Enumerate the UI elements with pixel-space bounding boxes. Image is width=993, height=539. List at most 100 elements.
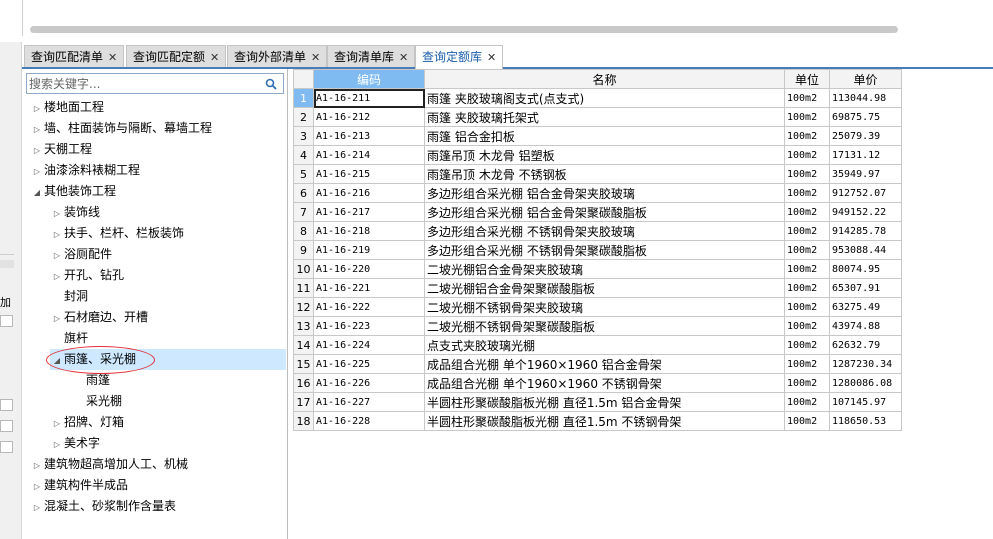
name-cell[interactable]: 多边形组合采光棚 铝合金骨架聚碳酸脂板 bbox=[424, 202, 785, 222]
unit-cell[interactable]: 100m2 bbox=[784, 145, 830, 165]
row-number-cell[interactable]: 2 bbox=[293, 107, 314, 127]
price-cell[interactable]: 62632.79 bbox=[829, 335, 902, 355]
close-icon[interactable]: ✕ bbox=[210, 51, 219, 64]
name-cell[interactable]: 二坡光棚不锈钢骨架聚碳酸脂板 bbox=[424, 316, 785, 336]
tree-item-concrete[interactable]: ▷ 混凝土、砂浆制作含量表 bbox=[30, 496, 176, 517]
close-icon[interactable]: ✕ bbox=[311, 51, 320, 64]
code-cell[interactable]: A1-16-224 bbox=[313, 335, 425, 355]
tree-item-bathroom[interactable]: ▷ 浴厕配件 bbox=[50, 244, 112, 265]
table-row[interactable]: 13 A1-16-223 二坡光棚不锈钢骨架聚碳酸脂板 100m2 43974.88 bbox=[293, 316, 902, 336]
row-number-cell[interactable]: 4 bbox=[293, 145, 314, 165]
unit-cell[interactable]: 100m2 bbox=[784, 107, 830, 127]
name-cell[interactable]: 多边形组合采光棚 不锈钢骨架聚碳酸脂板 bbox=[424, 240, 785, 260]
close-icon[interactable]: ✕ bbox=[487, 51, 496, 64]
price-cell[interactable]: 113044.98 bbox=[829, 88, 902, 108]
expand-arrow-icon[interactable]: ▷ bbox=[50, 434, 64, 455]
name-cell[interactable]: 点支式夹胶玻璃光棚 bbox=[424, 335, 785, 355]
column-header-unit[interactable]: 单位 bbox=[784, 69, 830, 89]
code-cell[interactable]: A1-16-215 bbox=[313, 164, 425, 184]
unit-cell[interactable]: 100m2 bbox=[784, 126, 830, 146]
code-cell[interactable]: A1-16-225 bbox=[313, 354, 425, 374]
expand-arrow-icon[interactable]: ▷ bbox=[30, 497, 44, 518]
name-cell[interactable]: 二坡光棚铝合金骨架夹胶玻璃 bbox=[424, 259, 785, 279]
column-header-name[interactable]: 名称 bbox=[424, 69, 785, 89]
close-icon[interactable]: ✕ bbox=[399, 51, 408, 64]
price-cell[interactable]: 43974.88 bbox=[829, 316, 902, 336]
row-number-cell[interactable]: 12 bbox=[293, 297, 314, 317]
tree-item-art-letters[interactable]: ▷ 美术字 bbox=[50, 433, 100, 454]
strip-cell[interactable] bbox=[0, 420, 13, 432]
price-cell[interactable]: 949152.22 bbox=[829, 202, 902, 222]
unit-cell[interactable]: 100m2 bbox=[784, 392, 830, 412]
unit-cell[interactable]: 100m2 bbox=[784, 316, 830, 336]
tree-item-skylight[interactable]: 采光棚 bbox=[86, 391, 122, 412]
code-cell[interactable]: A1-16-211 bbox=[313, 88, 425, 108]
code-cell[interactable]: A1-16-226 bbox=[313, 373, 425, 393]
expand-arrow-icon[interactable]: ▷ bbox=[50, 203, 64, 224]
code-cell[interactable]: A1-16-227 bbox=[313, 392, 425, 412]
expand-arrow-icon[interactable]: ▷ bbox=[30, 98, 44, 119]
name-cell[interactable]: 成品组合光棚 单个1960×1960 不锈钢骨架 bbox=[424, 373, 785, 393]
name-cell[interactable]: 多边形组合采光棚 铝合金骨架夹胶玻璃 bbox=[424, 183, 785, 203]
horizontal-scrollbar[interactable] bbox=[30, 26, 898, 33]
tree-item-high-rise[interactable]: ▷ 建筑物超高增加人工、机械 bbox=[30, 454, 188, 475]
table-row[interactable]: 18 A1-16-228 半圆柱形聚碳酸脂板光棚 直径1.5m 不锈钢骨架 100m2… bbox=[293, 411, 902, 431]
code-cell[interactable]: A1-16-221 bbox=[313, 278, 425, 298]
expand-arrow-icon[interactable]: ▷ bbox=[30, 140, 44, 161]
close-icon[interactable]: ✕ bbox=[108, 51, 117, 64]
code-cell[interactable]: A1-16-228 bbox=[313, 411, 425, 431]
price-cell[interactable]: 17131.12 bbox=[829, 145, 902, 165]
name-cell[interactable]: 雨篷 夹胶玻璃托架式 bbox=[424, 107, 785, 127]
table-row[interactable]: 4 A1-16-214 雨篷吊顶 木龙骨 铝塑板 100m2 17131.12 bbox=[293, 145, 902, 165]
unit-cell[interactable]: 100m2 bbox=[784, 373, 830, 393]
code-cell[interactable]: A1-16-222 bbox=[313, 297, 425, 317]
code-cell[interactable]: A1-16-214 bbox=[313, 145, 425, 165]
table-row[interactable]: 5 A1-16-215 雨篷吊顶 木龙骨 不锈钢板 100m2 35949.97 bbox=[293, 164, 902, 184]
tree-item-drilling[interactable]: ▷ 开孔、钻孔 bbox=[50, 265, 124, 286]
price-cell[interactable]: 35949.97 bbox=[829, 164, 902, 184]
row-number-cell[interactable]: 17 bbox=[293, 392, 314, 412]
row-number-cell[interactable]: 13 bbox=[293, 316, 314, 336]
tree-item-ceiling[interactable]: ▷ 天棚工程 bbox=[30, 139, 92, 160]
price-cell[interactable]: 914285.78 bbox=[829, 221, 902, 241]
name-cell[interactable]: 成品组合光棚 单个1960×1960 铝合金骨架 bbox=[424, 354, 785, 374]
tree-item-other-decoration[interactable]: ◢ 其他装饰工程 bbox=[30, 181, 116, 202]
name-cell[interactable]: 雨篷吊顶 木龙骨 不锈钢板 bbox=[424, 164, 785, 184]
tree-item-decoration-line[interactable]: ▷ 装饰线 bbox=[50, 202, 100, 223]
row-number-cell[interactable]: 1 bbox=[293, 88, 314, 108]
unit-cell[interactable]: 100m2 bbox=[784, 240, 830, 260]
table-row[interactable]: 8 A1-16-218 多边形组合采光棚 不锈钢骨架夹胶玻璃 100m2 914285.… bbox=[293, 221, 902, 241]
price-cell[interactable]: 118650.53 bbox=[829, 411, 902, 431]
table-row[interactable]: 17 A1-16-227 半圆柱形聚碳酸脂板光棚 直径1.5m 铝合金骨架 100m2… bbox=[293, 392, 902, 412]
strip-cell[interactable] bbox=[0, 399, 13, 411]
name-cell[interactable]: 半圆柱形聚碳酸脂板光棚 直径1.5m 不锈钢骨架 bbox=[424, 411, 785, 431]
table-row[interactable]: 6 A1-16-216 多边形组合采光棚 铝合金骨架夹胶玻璃 100m2 912752.… bbox=[293, 183, 902, 203]
unit-cell[interactable]: 100m2 bbox=[784, 411, 830, 431]
row-number-cell[interactable]: 5 bbox=[293, 164, 314, 184]
expand-arrow-icon[interactable]: ▷ bbox=[50, 224, 64, 245]
code-cell[interactable]: A1-16-212 bbox=[313, 107, 425, 127]
unit-cell[interactable]: 100m2 bbox=[784, 221, 830, 241]
table-row[interactable]: 7 A1-16-217 多边形组合采光棚 铝合金骨架聚碳酸脂板 100m2 949152… bbox=[293, 202, 902, 222]
price-cell[interactable]: 912752.07 bbox=[829, 183, 902, 203]
code-cell[interactable]: A1-16-217 bbox=[313, 202, 425, 222]
tree-item-paint[interactable]: ▷ 油漆涂料裱糊工程 bbox=[30, 160, 140, 181]
name-cell[interactable]: 二坡光棚铝合金骨架聚碳酸脂板 bbox=[424, 278, 785, 298]
expand-arrow-icon[interactable]: ▷ bbox=[50, 266, 64, 287]
price-cell[interactable]: 107145.97 bbox=[829, 392, 902, 412]
expand-arrow-icon[interactable]: ▷ bbox=[30, 119, 44, 140]
tree-item-floor[interactable]: ▷ 楼地面工程 bbox=[30, 97, 104, 118]
expand-arrow-icon[interactable]: ▷ bbox=[30, 455, 44, 476]
price-cell[interactable]: 953088.44 bbox=[829, 240, 902, 260]
tab-query-match-list[interactable]: 查询匹配清单 ✕ bbox=[24, 45, 125, 67]
tab-query-quota-library[interactable]: 查询定额库 ✕ bbox=[415, 45, 504, 69]
row-number-cell[interactable]: 16 bbox=[293, 373, 314, 393]
tree-item-seal-hole[interactable]: 封洞 bbox=[64, 286, 88, 307]
tab-query-match-quota[interactable]: 查询匹配定额 ✕ bbox=[126, 45, 227, 67]
table-row[interactable]: 1 A1-16-211 雨篷 夹胶玻璃阁支式(点支式) 100m2 113044.98 bbox=[293, 88, 902, 108]
table-row[interactable]: 12 A1-16-222 二坡光棚不锈钢骨架夹胶玻璃 100m2 63275.49 bbox=[293, 297, 902, 317]
search-input[interactable] bbox=[27, 74, 257, 93]
column-header-code[interactable]: 编码 bbox=[313, 69, 425, 89]
table-row[interactable]: 2 A1-16-212 雨篷 夹胶玻璃托架式 100m2 69875.75 bbox=[293, 107, 902, 127]
price-cell[interactable]: 25079.39 bbox=[829, 126, 902, 146]
